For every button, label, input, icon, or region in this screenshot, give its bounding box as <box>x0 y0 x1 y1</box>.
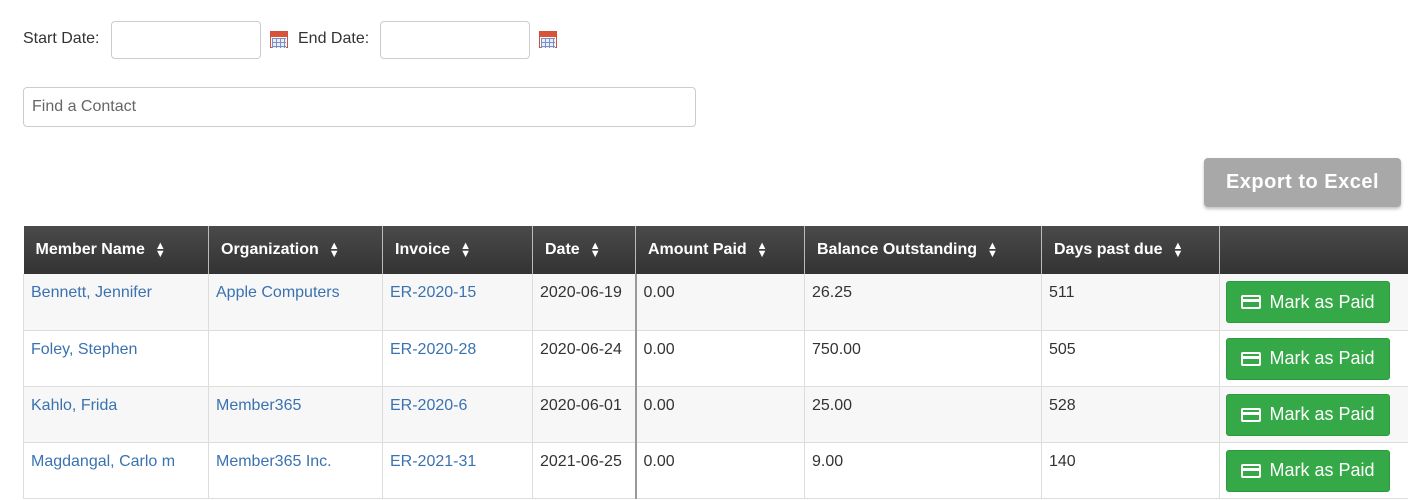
mark-as-paid-button[interactable]: Mark as Paid <box>1226 337 1390 380</box>
days-past-due: 528 <box>1041 386 1220 443</box>
column-header-days-past-due[interactable]: Days past due ▲ ▼ <box>1041 226 1220 274</box>
amount-paid: 0.00 <box>634 274 805 331</box>
column-header-invoice[interactable]: Invoice ▲ ▼ <box>382 226 533 274</box>
sort-icon[interactable]: ▲ ▼ <box>155 240 166 259</box>
invoice-date: 2020-06-24 <box>532 330 636 387</box>
invoice-link[interactable]: ER-2020-15 <box>382 274 533 331</box>
sort-icon[interactable]: ▲ ▼ <box>987 240 998 259</box>
column-header-balance-outstanding[interactable]: Balance Outstanding ▲ ▼ <box>804 226 1042 274</box>
action-cell: Mark as Paid <box>1219 386 1408 443</box>
member-name-link[interactable]: Magdangal, Carlo m <box>23 442 209 499</box>
credit-card-icon <box>1241 295 1262 309</box>
table-row: Kahlo, Frida Member365 ER-2020-6 2020-06… <box>23 386 1408 443</box>
member-name-link[interactable]: Kahlo, Frida <box>23 386 209 443</box>
table-row: Foley, Stephen ER-2020-28 2020-06-24 0.0… <box>23 330 1408 387</box>
balance-outstanding: 25.00 <box>804 386 1042 443</box>
member-name-link[interactable]: Foley, Stephen <box>23 330 209 387</box>
days-past-due: 511 <box>1041 274 1220 331</box>
days-past-due: 505 <box>1041 330 1220 387</box>
invoice-date: 2020-06-01 <box>532 386 636 443</box>
table-header-row: Member Name ▲ ▼ Organization ▲ ▼ Invoice ▲ ▼ D… <box>23 226 1408 274</box>
organization-link[interactable]: Member365 <box>208 386 383 443</box>
invoice-date: 2021-06-25 <box>532 442 636 499</box>
invoice-link[interactable]: ER-2020-6 <box>382 386 533 443</box>
column-header-amount-paid[interactable]: Amount Paid ▲ ▼ <box>635 226 805 274</box>
balance-outstanding: 9.00 <box>804 442 1042 499</box>
mark-as-paid-button[interactable]: Mark as Paid <box>1226 281 1390 323</box>
column-header-actions <box>1219 226 1408 274</box>
end-date-input[interactable] <box>380 21 530 59</box>
sort-icon[interactable]: ▲ ▼ <box>590 240 601 259</box>
calendar-icon[interactable] <box>539 31 557 48</box>
invoice-link[interactable]: ER-2020-28 <box>382 330 533 387</box>
credit-card-icon <box>1241 463 1262 478</box>
balance-outstanding: 26.25 <box>804 274 1042 331</box>
days-past-due: 140 <box>1041 442 1220 499</box>
sort-icon[interactable]: ▲ ▼ <box>329 240 340 259</box>
invoices-table: Member Name ▲ ▼ Organization ▲ ▼ Invoice ▲ ▼ D… <box>23 226 1408 499</box>
balance-outstanding: 750.00 <box>804 330 1042 387</box>
action-cell: Mark as Paid <box>1219 330 1408 387</box>
calendar-icon[interactable] <box>270 31 288 48</box>
column-header-date[interactable]: Date ▲ ▼ <box>532 226 636 274</box>
contact-search-input[interactable] <box>23 87 696 127</box>
credit-card-icon <box>1241 351 1262 366</box>
action-cell: Mark as Paid <box>1219 274 1408 331</box>
end-date-label: End Date: <box>298 30 370 47</box>
organization-link[interactable] <box>208 330 383 387</box>
invoice-link[interactable]: ER-2021-31 <box>382 442 533 499</box>
mark-as-paid-button[interactable]: Mark as Paid <box>1226 449 1390 492</box>
organization-link[interactable]: Member365 Inc. <box>208 442 383 499</box>
amount-paid: 0.00 <box>634 330 805 387</box>
amount-paid: 0.00 <box>634 442 805 499</box>
mark-as-paid-button[interactable]: Mark as Paid <box>1226 393 1390 436</box>
member-name-link[interactable]: Bennett, Jennifer <box>23 274 209 331</box>
amount-paid: 0.00 <box>634 386 805 443</box>
sort-icon[interactable]: ▲ ▼ <box>757 240 768 259</box>
table-row: Magdangal, Carlo m Member365 Inc. ER-202… <box>23 442 1408 499</box>
organization-link[interactable]: Apple Computers <box>208 274 383 331</box>
sort-icon[interactable]: ▲ ▼ <box>460 240 471 259</box>
table-row: Bennett, Jennifer Apple Computers ER-202… <box>23 274 1408 331</box>
export-to-excel-button[interactable]: Export to Excel <box>1204 158 1401 207</box>
start-date-label: Start Date: <box>23 30 100 47</box>
credit-card-icon <box>1241 407 1262 422</box>
invoice-date: 2020-06-19 <box>532 274 636 331</box>
action-cell: Mark as Paid <box>1219 442 1408 499</box>
column-header-organization[interactable]: Organization ▲ ▼ <box>208 226 383 274</box>
sort-icon[interactable]: ▲ ▼ <box>1172 240 1183 259</box>
column-header-member-name[interactable]: Member Name ▲ ▼ <box>23 226 209 274</box>
start-date-input[interactable] <box>111 21 261 59</box>
